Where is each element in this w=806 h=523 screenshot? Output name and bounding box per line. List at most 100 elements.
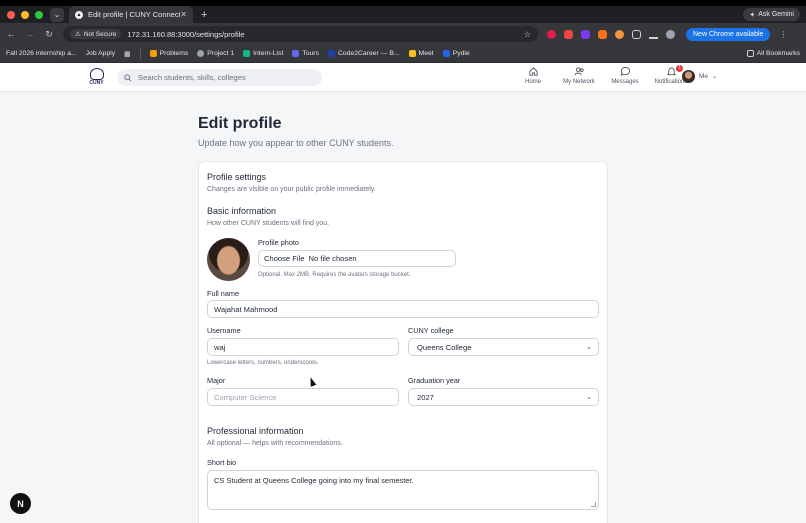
bookmark-item[interactable]: Pydle — [442, 50, 470, 57]
bio-textarea[interactable]: CS Student at Queens College going into … — [207, 470, 599, 510]
bookmark-icon — [292, 50, 300, 57]
cuny-logo[interactable]: CUNY — [89, 68, 104, 86]
back-arrow-icon[interactable]: ← — [6, 29, 16, 39]
nav-messages[interactable]: Messages — [604, 66, 646, 85]
username-input[interactable]: waj — [207, 338, 399, 356]
forward-arrow-icon[interactable]: → — [25, 29, 35, 39]
extensions-area — [547, 29, 675, 39]
bookmark-label: Job Apply — [85, 50, 116, 57]
minimize-window-button[interactable] — [21, 10, 29, 19]
profile-photo-label: Profile photo — [258, 238, 299, 247]
url-text[interactable]: 172.31.160.88:3000/settings/profile — [127, 30, 517, 39]
bookmark-icon — [442, 50, 450, 57]
professional-info-title: Professional information — [207, 426, 304, 436]
bookmark-item[interactable]: Project 1 — [197, 50, 234, 57]
extension-mail-icon[interactable] — [564, 29, 573, 39]
window-controls — [0, 10, 48, 19]
page-subtitle: Update how you appear to other CUNY stud… — [198, 138, 394, 148]
bio-label: Short bio — [207, 458, 237, 467]
bookmark-label: Meet — [418, 50, 434, 57]
username-hint: Lowercase letters, numbers, underscores. — [207, 360, 319, 366]
bookmark-item[interactable]: Tours — [292, 50, 319, 57]
bookmark-label: Code2Career — B... — [337, 50, 400, 57]
bookmark-item[interactable]: Meet — [408, 50, 434, 57]
extension-b-icon[interactable] — [581, 29, 590, 39]
bookmark-item[interactable]: Code2Career — B... — [327, 50, 400, 57]
nav-home[interactable]: Home — [512, 66, 554, 85]
college-select[interactable]: Queens College ⌄ — [408, 338, 599, 356]
ask-gemini-button[interactable]: ✦ Ask Gemini — [743, 8, 800, 21]
top-nav: Home My Network Messages 1 Notifications — [512, 65, 696, 85]
next-dev-indicator-button[interactable]: N — [10, 493, 31, 514]
bookmark-label: Fall 2026 internship a... — [6, 50, 77, 57]
bookmark-icon — [243, 50, 251, 57]
bookmark-label: Tours — [302, 50, 319, 57]
grad-year-select[interactable]: 2027 ⌄ — [408, 388, 599, 406]
fullname-label: Full name — [207, 289, 240, 298]
active-tab[interactable]: ▲ Edit profile | CUNY Connect ✕ — [69, 6, 193, 23]
reload-icon[interactable]: ↻ — [44, 29, 54, 40]
new-chrome-button[interactable]: New Chrome available — [686, 27, 771, 41]
college-selected-value: Queens College — [417, 342, 472, 352]
nav-home-label: Home — [524, 79, 541, 85]
bookmark-star-icon[interactable]: ☆ — [524, 30, 531, 39]
bookmark-item[interactable]: Problems — [149, 50, 188, 57]
bookmark-icon — [327, 50, 335, 57]
gemini-sparkle-icon: ✦ — [749, 11, 756, 19]
tab-search-chevron-icon[interactable]: ⌄ — [50, 7, 64, 22]
global-search-input[interactable]: Search students, skills, colleges — [117, 69, 322, 86]
browser-tabstrip: ⌄ ▲ Edit profile | CUNY Connect ✕ + ✦ As… — [0, 6, 806, 23]
college-label: CUNY college — [408, 326, 454, 335]
chrome-menu-icon[interactable]: ⋮ — [779, 30, 787, 39]
major-input[interactable]: Computer Science — [207, 388, 399, 406]
bookmark-label: Project 1 — [207, 50, 235, 57]
people-icon — [573, 67, 584, 76]
apps-grid-icon[interactable]: ▦ — [124, 50, 130, 58]
no-file-text: No file chosen — [308, 254, 357, 263]
nav-network-label: My Network — [563, 79, 595, 85]
nav-messages-label: Messages — [611, 79, 639, 85]
chevron-updown-icon: ⌄ — [586, 394, 592, 401]
settings-desc: Changes are visible on your public profi… — [207, 186, 376, 193]
bio-text: CS Student at Queens College going into … — [214, 476, 414, 485]
extensions-puzzle-icon[interactable] — [632, 29, 641, 39]
nav-me-menu[interactable]: Me ⌄ — [682, 70, 717, 83]
resize-handle-icon[interactable] — [591, 502, 596, 507]
bookmark-item[interactable]: Intern-List — [243, 50, 283, 57]
bookmark-item[interactable]: Job Apply — [86, 50, 115, 57]
choose-file-button[interactable]: Choose File — [264, 254, 305, 263]
extension-tp-icon[interactable] — [598, 29, 607, 39]
downloads-icon[interactable] — [649, 30, 658, 39]
extension-red-icon[interactable] — [547, 29, 556, 39]
bookmark-item[interactable]: Fall 2026 internship a... — [6, 50, 77, 57]
photo-hint: Optional. Max 2MB. Requires the avatars … — [258, 272, 411, 278]
bookmark-label: Pydle — [452, 50, 470, 57]
new-tab-icon[interactable]: + — [201, 9, 207, 21]
tab-close-icon[interactable]: ✕ — [180, 10, 187, 19]
username-label: Username — [207, 326, 241, 335]
bookmark-separator — [139, 48, 141, 59]
extension-orange-icon[interactable] — [615, 29, 624, 39]
nav-network[interactable]: My Network — [554, 66, 604, 85]
all-bookmarks-button[interactable]: All Bookmarks — [746, 50, 800, 57]
bookmark-label: Intern-List — [253, 50, 284, 57]
security-chip[interactable]: ⚠ Not Secure — [70, 29, 122, 39]
grad-year-label: Graduation year — [408, 376, 461, 385]
major-label: Major — [207, 376, 226, 385]
profile-settings-card: Profile settings Changes are visible on … — [198, 161, 608, 523]
warning-icon: ⚠ — [75, 31, 81, 38]
bookmark-icon — [197, 50, 205, 57]
bookmarks-bar: Fall 2026 internship a... Job Apply ▦ Pr… — [0, 45, 806, 63]
chat-bubble-icon — [620, 66, 630, 77]
profile-avatar-icon[interactable] — [666, 29, 675, 39]
all-bookmarks-label: All Bookmarks — [756, 50, 800, 57]
close-window-button[interactable] — [7, 10, 15, 19]
cuny-crest-icon — [89, 68, 104, 80]
photo-file-input[interactable]: Choose File No file chosen — [258, 250, 456, 267]
tab-title: Edit profile | CUNY Connect — [88, 10, 181, 19]
ask-gemini-label: Ask Gemini — [758, 11, 794, 18]
basic-info-title: Basic information — [207, 206, 277, 216]
zoom-window-button[interactable] — [35, 10, 43, 19]
fullname-input[interactable]: Wajahat Mahmood — [207, 300, 599, 318]
address-bar[interactable]: ⚠ Not Secure 172.31.160.88:3000/settings… — [63, 26, 538, 42]
